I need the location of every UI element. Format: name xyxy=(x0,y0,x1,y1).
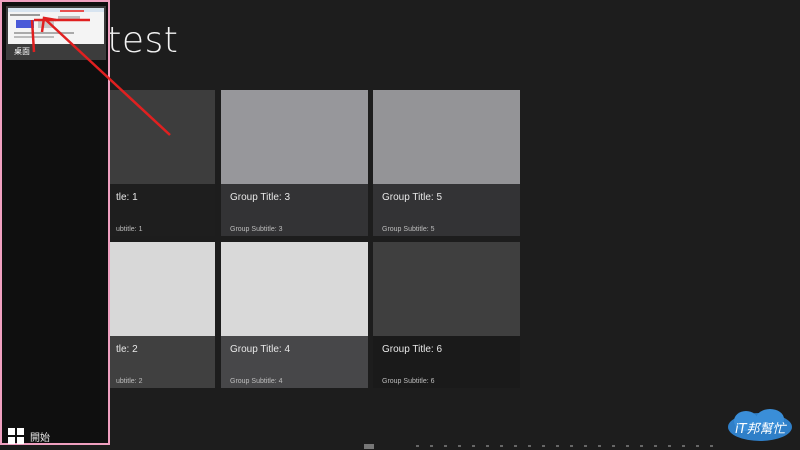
cloud-logo-icon: iT邦幫忙 xyxy=(728,409,792,441)
arrow-shaft xyxy=(45,19,171,136)
annotation-arrow xyxy=(30,16,171,136)
arrow-underline xyxy=(30,19,36,53)
watermark-text: iT邦幫忙 xyxy=(735,422,788,437)
ithome-watermark-logo: iT邦幫忙 xyxy=(726,405,794,445)
